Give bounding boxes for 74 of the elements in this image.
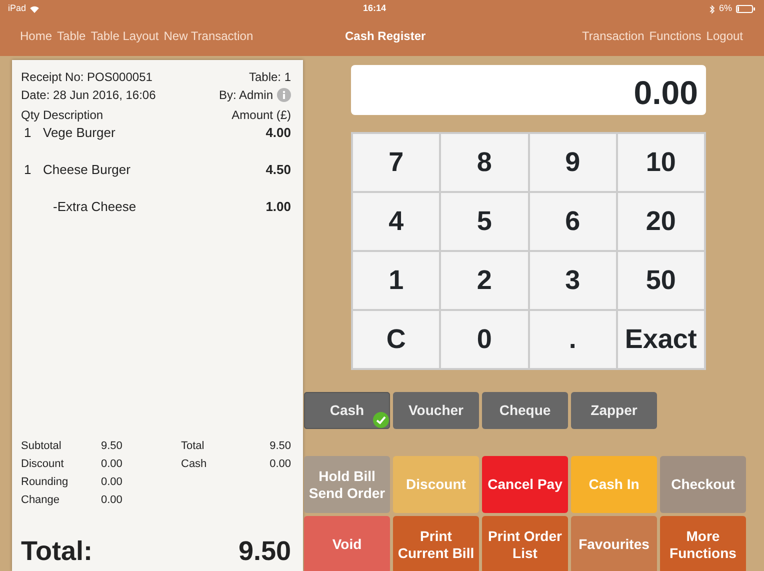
item-quantity: 1 — [23, 124, 32, 142]
keypad-key[interactable]: 5 — [440, 192, 528, 251]
action-button[interactable]: Favourites — [571, 516, 657, 571]
modifier-name: -Extra Cheese — [53, 198, 136, 216]
receipt-date: Date: 28 Jun 2016, 16:06 — [21, 87, 156, 104]
item-amount: 4.50 — [266, 161, 291, 179]
keypad-key[interactable]: 2 — [440, 251, 528, 310]
summary-label: Discount — [21, 456, 65, 472]
action-button[interactable]: More Functions — [660, 516, 746, 571]
keypad-key[interactable]: 0 — [440, 310, 528, 369]
keypad-key[interactable]: 7 — [352, 133, 440, 192]
summary-value: 9.50 — [101, 438, 124, 454]
summary-label: Change — [21, 492, 61, 508]
keypad-key[interactable]: 20 — [616, 192, 705, 251]
action-button[interactable]: Void — [304, 516, 390, 571]
summary-value: 9.50 — [268, 438, 291, 454]
keypad-key[interactable]: 1 — [352, 251, 440, 310]
payment-method-button[interactable]: Zapper — [571, 392, 657, 429]
action-button[interactable]: Cancel Pay — [482, 456, 568, 513]
summary-label: Rounding — [21, 474, 70, 490]
nav-link[interactable]: Home — [20, 27, 52, 45]
keypad-key[interactable]: 6 — [528, 192, 617, 251]
amount-display: 0.00 — [351, 65, 706, 115]
total-amount: 9.50 — [238, 534, 291, 568]
nav-link[interactable]: Logout — [706, 27, 743, 45]
table-number: Table: 1 — [248, 69, 291, 86]
keypad-key[interactable]: C — [352, 310, 440, 369]
summary-label: Subtotal — [21, 438, 62, 454]
item-amount: 1.00 — [266, 198, 291, 216]
payment-method-button[interactable]: Voucher — [393, 392, 479, 429]
column-header: Description — [43, 108, 104, 122]
summary-label: Cash — [181, 456, 208, 472]
bluetooth-icon — [710, 4, 715, 14]
item-name: Vege Burger — [43, 124, 116, 142]
summary-value: 0.00 — [101, 492, 124, 508]
battery-icon — [736, 5, 756, 13]
info-icon[interactable] — [277, 88, 291, 102]
keypad-key[interactable]: 3 — [528, 251, 617, 310]
nav-link[interactable]: Table Layout — [90, 27, 159, 45]
keypad-key[interactable]: Exact — [616, 310, 705, 369]
keypad-key[interactable]: . — [528, 310, 617, 369]
payment-method-button[interactable]: Cash — [304, 392, 390, 429]
keypad-key[interactable]: 4 — [352, 192, 440, 251]
action-button[interactable]: Print Order List — [482, 516, 568, 571]
item-amount: 4.00 — [266, 124, 291, 142]
check-icon — [373, 412, 389, 428]
action-button[interactable]: Hold Bill Send Order — [304, 456, 390, 513]
keypad-key[interactable]: 9 — [528, 133, 617, 192]
nav-link[interactable]: New Transaction — [164, 27, 254, 45]
keypad-key[interactable]: 8 — [440, 133, 528, 192]
battery-percent: 6% — [718, 2, 732, 16]
keypad-key[interactable]: 50 — [616, 251, 705, 310]
clock-time: 16:14 — [362, 2, 386, 16]
keypad-key[interactable]: 10 — [616, 133, 705, 192]
screen-title: Cash Register — [345, 28, 426, 45]
nav-link[interactable]: Transaction — [582, 27, 644, 45]
summary-value: 0.00 — [101, 474, 124, 490]
summary-label: Total — [181, 438, 206, 454]
action-button[interactable]: Checkout — [660, 456, 746, 513]
nav-link[interactable]: Functions — [649, 27, 702, 45]
payment-method-button[interactable]: Cheque — [482, 392, 568, 429]
column-header: Amount (£) — [232, 107, 291, 124]
item-quantity: 1 — [23, 161, 32, 179]
cashier-name: By: Admin — [218, 87, 273, 104]
column-header: Qty — [21, 108, 40, 122]
nav-link[interactable]: Table — [57, 27, 86, 45]
action-button[interactable]: Print Current Bill — [393, 516, 479, 571]
summary-value: 0.00 — [268, 456, 291, 472]
total-label: Total: — [21, 534, 92, 568]
item-name: Cheese Burger — [43, 161, 130, 179]
wifi-icon — [30, 6, 40, 12]
receipt-number: Receipt No: POS000051 — [21, 69, 152, 86]
device-name: iPad — [8, 2, 26, 16]
summary-value: 0.00 — [101, 456, 124, 472]
